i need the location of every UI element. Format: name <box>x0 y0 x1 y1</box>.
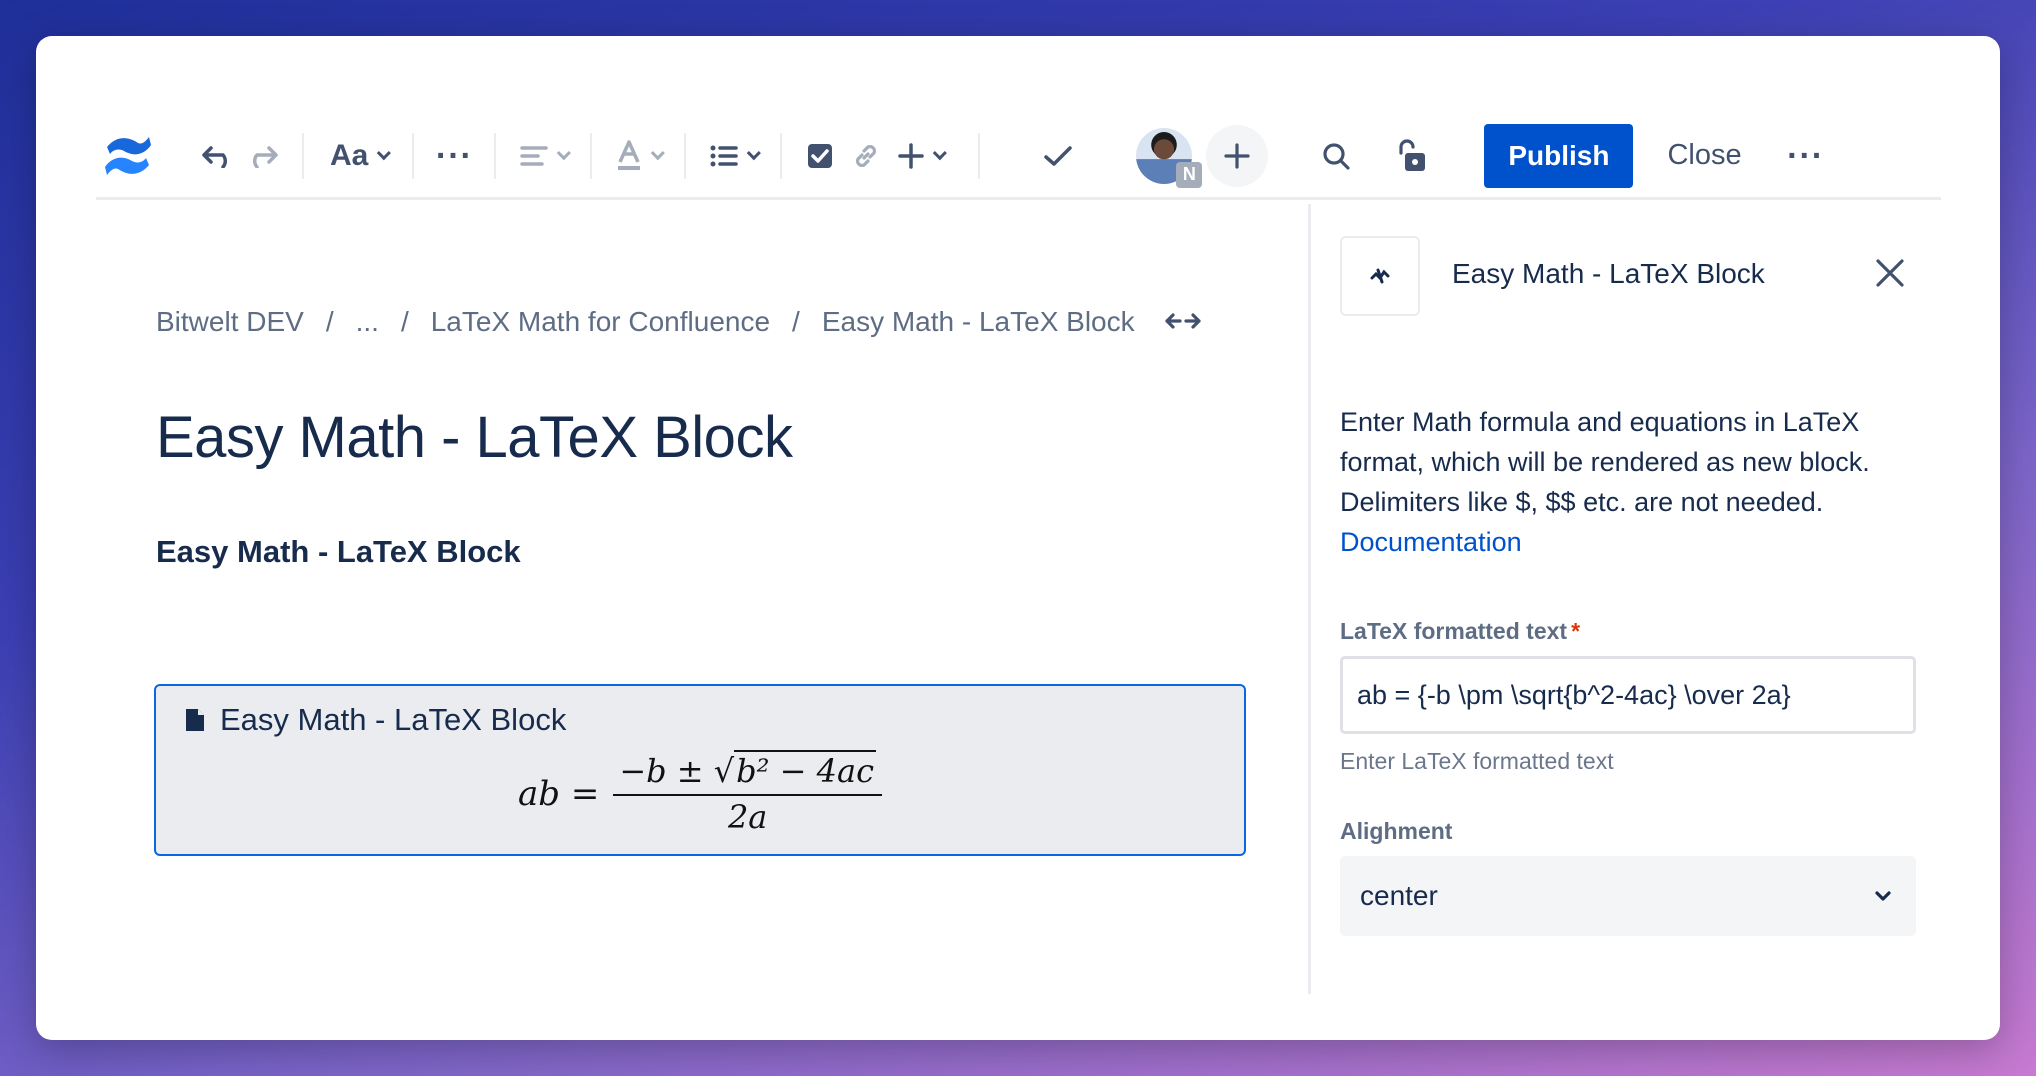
toolbar-divider <box>590 132 593 179</box>
alignment-button[interactable] <box>514 128 572 184</box>
text-style-button[interactable]: Aa <box>322 128 394 184</box>
documentation-link[interactable]: Documentation <box>1340 527 1522 557</box>
macro-header: Easy Math - LaTeX Block <box>184 702 566 738</box>
required-marker: * <box>1571 618 1581 644</box>
more-formatting-button[interactable]: ··· <box>432 128 476 184</box>
radical-sign: √ <box>713 752 735 790</box>
alignment-field-label: Alighment <box>1340 818 1453 844</box>
more-dots-icon: ··· <box>1787 136 1825 175</box>
bullet-list-button[interactable] <box>704 128 762 184</box>
insert-button[interactable] <box>892 128 948 184</box>
macro-icon <box>1340 236 1420 316</box>
restrictions-button[interactable] <box>1382 128 1442 184</box>
close-panel-button[interactable] <box>1865 248 1915 298</box>
breadcrumb-separator: / <box>792 306 800 337</box>
link-icon <box>856 144 877 167</box>
breadcrumb-item-ellipsis[interactable]: ... <box>356 306 379 338</box>
expand-width-icon[interactable] <box>1165 307 1201 338</box>
redo-icon[interactable] <box>240 128 284 184</box>
publish-button-wrap: Publish <box>1484 123 1634 188</box>
formula-lhs: ab = <box>517 774 600 814</box>
more-actions-button[interactable]: ··· <box>1776 128 1836 184</box>
breadcrumb-item-space[interactable]: Bitwelt DEV <box>156 306 304 338</box>
more-dots-icon: ··· <box>435 136 473 175</box>
chevron-down-icon <box>747 145 762 160</box>
toolbar-divider <box>494 132 497 179</box>
avatar[interactable]: N <box>1136 127 1203 188</box>
formula-numerator: −b ± √b² − 4ac <box>613 750 882 796</box>
close-button-wrap: Close <box>1647 128 1761 184</box>
latex-field-label: LaTeX formatted text * <box>1340 618 1580 645</box>
document-icon <box>186 709 204 731</box>
chevron-down-icon <box>557 145 572 160</box>
breadcrumb-separator: / <box>400 306 409 337</box>
chevron-down-icon <box>933 145 948 160</box>
latex-label-text: LaTeX formatted text <box>1340 618 1568 644</box>
latex-block-macro[interactable]: Easy Math - LaTeX Block ab = −b ± √b² − … <box>154 684 1246 856</box>
text-style-label: Aa <box>330 138 369 172</box>
checkbox-icon <box>808 143 833 168</box>
close-button[interactable]: Close <box>1647 124 1761 188</box>
editor-content: Bitwelt DEV / ... / LaTeX Math for Confl… <box>96 204 1346 1004</box>
formula-fraction: −b ± √b² − 4ac 2a <box>613 750 882 836</box>
editor-toolbar: Aa ··· N Publish Close ··· <box>96 114 1941 200</box>
link-button[interactable] <box>840 128 892 184</box>
bullet-list-icon <box>710 145 739 166</box>
breadcrumb-separator: / <box>325 306 334 337</box>
close-icon <box>1876 259 1904 287</box>
toolbar-divider <box>978 132 981 179</box>
collaborators: N <box>1136 124 1269 188</box>
formula-denominator: 2a <box>727 798 768 836</box>
text-color-button[interactable] <box>610 128 666 184</box>
macro-title: Easy Math - LaTeX Block <box>220 702 567 737</box>
action-item-button[interactable] <box>800 128 840 184</box>
breadcrumb: Bitwelt DEV / ... / LaTeX Math for Confl… <box>156 306 1201 338</box>
chevron-down-icon <box>651 145 666 160</box>
saved-status-button[interactable] <box>1028 128 1088 184</box>
numerator-prefix: −b ± <box>619 752 714 790</box>
alignment-value: center <box>1360 880 1438 911</box>
undo-icon[interactable] <box>196 128 240 184</box>
chevron-down-icon <box>1875 891 1891 901</box>
plus-icon <box>1224 142 1250 169</box>
plus-icon <box>898 142 925 169</box>
panel-description: Enter Math formula and equations in LaTe… <box>1340 402 1940 562</box>
rendered-formula: ab = −b ± √b² − 4ac 2a <box>156 750 1244 836</box>
toolbar-divider <box>684 132 687 179</box>
confluence-logo-icon[interactable] <box>104 128 164 184</box>
avatar-badge: N <box>1176 161 1203 188</box>
publish-button[interactable]: Publish <box>1484 123 1634 188</box>
toolbar-divider <box>780 132 783 179</box>
find-replace-button[interactable] <box>1306 128 1366 184</box>
latex-input[interactable] <box>1340 656 1916 734</box>
breadcrumb-item-parent[interactable]: LaTeX Math for Confluence <box>431 306 770 338</box>
panel-divider <box>1308 204 1311 994</box>
editor-window: Aa ··· N Publish Close ··· Bitwelt DEV /… <box>36 36 2000 1040</box>
text-color-icon <box>618 139 641 170</box>
invite-button[interactable] <box>1206 124 1269 187</box>
checkmark-icon <box>1044 145 1073 166</box>
panel-description-text: Enter Math formula and equations in LaTe… <box>1340 407 1870 517</box>
radicand: b² − 4ac <box>734 750 876 790</box>
alignment-select[interactable]: center <box>1340 856 1916 936</box>
breadcrumb-item-current[interactable]: Easy Math - LaTeX Block <box>822 306 1135 338</box>
unlock-icon <box>1399 138 1426 171</box>
align-left-icon <box>520 145 549 166</box>
toolbar-divider <box>302 132 304 179</box>
panel-title: Easy Math - LaTeX Block <box>1452 258 1765 289</box>
toolbar-divider <box>412 132 415 179</box>
chevron-down-icon <box>377 145 392 160</box>
page-subheading[interactable]: Easy Math - LaTeX Block <box>156 534 521 570</box>
search-icon <box>1323 142 1350 170</box>
page-title[interactable]: Easy Math - LaTeX Block <box>156 404 793 471</box>
latex-helper-text: Enter LaTeX formatted text <box>1340 748 1614 774</box>
